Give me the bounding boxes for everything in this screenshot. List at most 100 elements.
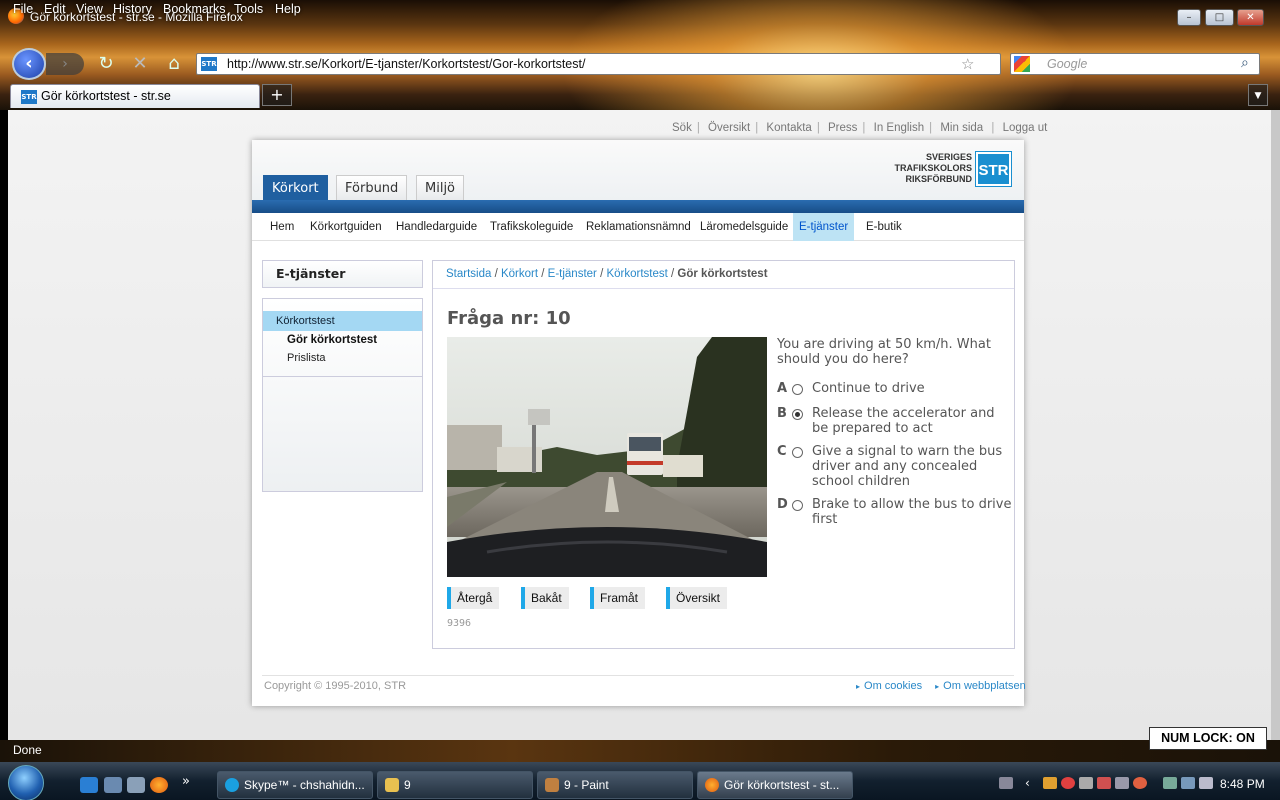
tray-flash-icon[interactable] — [1133, 777, 1147, 789]
reload-icon[interactable]: ↻ — [96, 54, 116, 74]
home-icon[interactable]: ⌂ — [164, 54, 184, 74]
option-text[interactable]: Release the accelerator and be prepared … — [812, 406, 1012, 436]
back-button[interactable]: ‹ — [12, 48, 46, 80]
sidebar-item-prislista[interactable]: Prislista — [287, 352, 326, 364]
folder-icon — [385, 778, 399, 792]
task-paint[interactable]: 9 - Paint — [537, 771, 693, 799]
vertical-scrollbar[interactable] — [1271, 110, 1280, 740]
tab-forbund[interactable]: Förbund — [336, 175, 408, 200]
minimize-button[interactable]: – — [1177, 9, 1201, 26]
address-bar[interactable]: STR http://www.str.se/Korkort/E-tjanster… — [196, 53, 1001, 75]
subnav-e-tjanster[interactable]: E-tjänster — [793, 213, 855, 241]
forward-button[interactable]: › — [46, 53, 84, 75]
subnav-e-butik[interactable]: E-butik — [860, 213, 908, 241]
breadcrumb-korkort[interactable]: Körkort — [501, 268, 538, 280]
breadcrumb: Startsida / Körkort / E-tjänster / Körko… — [433, 261, 1014, 289]
tab-korkort[interactable]: Körkort — [263, 175, 328, 200]
tab-list-button[interactable]: ▼ — [1248, 84, 1268, 106]
question-text: You are driving at 50 km/h. What should … — [777, 337, 991, 367]
util-link-kontakta[interactable]: Kontakta — [766, 122, 811, 134]
stop-icon[interactable]: ✕ — [130, 54, 150, 74]
status-text: Done — [13, 743, 42, 757]
subnav-trafikskoleguide[interactable]: Trafikskoleguide — [484, 213, 579, 241]
firefox-quicklaunch-icon[interactable] — [150, 777, 168, 793]
util-link-oversikt[interactable]: Översikt — [708, 122, 750, 134]
task-skype[interactable]: Skype™ - chshahidn... — [217, 771, 373, 799]
battery-icon[interactable] — [1163, 777, 1177, 789]
option-c-radio[interactable] — [792, 447, 803, 458]
quicklaunch-overflow[interactable]: » — [182, 774, 190, 789]
browser-tab[interactable]: STR Gör körkortstest - str.se — [10, 84, 260, 108]
status-bar: Done — [0, 740, 1280, 762]
firefox-icon — [705, 778, 719, 792]
subnav-reklamationsnamnd[interactable]: Reklamationsnämnd — [580, 213, 697, 241]
subnav-hem[interactable]: Hem — [264, 213, 300, 241]
subnav-handledarguide[interactable]: Handledarguide — [390, 213, 483, 241]
breadcrumb-korkortstest[interactable]: Körkortstest — [606, 268, 667, 280]
url-text[interactable]: http://www.str.se/Korkort/E-tjanster/Kor… — [227, 57, 585, 71]
question-panel: Startsida / Körkort / E-tjänster / Körko… — [432, 260, 1015, 649]
ie-icon[interactable] — [80, 777, 98, 793]
breadcrumb-e-tjanster[interactable]: E-tjänster — [548, 268, 597, 280]
maximize-button[interactable]: □ — [1205, 9, 1234, 26]
search-placeholder[interactable]: Google — [1047, 57, 1087, 71]
option-d-radio[interactable] — [792, 500, 803, 511]
search-box[interactable]: Google ⌕ — [1010, 53, 1260, 75]
atergå-button[interactable]: Återgå — [447, 587, 500, 609]
show-desktop-icon[interactable] — [104, 777, 122, 793]
start-button[interactable] — [8, 765, 44, 800]
option-text[interactable]: Give a signal to warn the bus driver and… — [812, 444, 1012, 489]
tab-miljo[interactable]: Miljö — [416, 175, 465, 200]
close-button[interactable]: ✕ — [1237, 9, 1264, 26]
option-letter: A — [777, 381, 788, 396]
footer-link-webbplatsen[interactable]: Om webbplatsen — [943, 680, 1026, 692]
network-icon[interactable] — [1181, 777, 1195, 789]
sidebar-item-korkortstest[interactable]: Körkortstest — [263, 311, 422, 331]
tray-device-icon[interactable] — [1115, 777, 1129, 789]
bakat-button[interactable]: Bakåt — [521, 587, 569, 609]
chevron-left-icon[interactable]: ‹ — [1025, 777, 1039, 789]
keyboard-icon[interactable] — [999, 777, 1013, 789]
search-icon[interactable]: ⌕ — [1241, 55, 1249, 71]
numlock-indicator: NUM LOCK: ON — [1149, 727, 1267, 750]
tray-tool-icon[interactable] — [1079, 777, 1093, 789]
task-firefox[interactable]: Gör körkortstest - st... — [697, 771, 853, 799]
menu-tools[interactable]: Tools — [234, 2, 263, 16]
menu-help[interactable]: Help — [275, 2, 301, 16]
clock[interactable]: 8:48 PM — [1220, 777, 1265, 791]
switch-windows-icon[interactable] — [127, 777, 145, 793]
util-link-sok[interactable]: Sök — [672, 122, 692, 134]
new-tab-button[interactable]: + — [262, 84, 292, 106]
google-engine-icon[interactable] — [1014, 56, 1030, 72]
util-link-min-sida[interactable]: Min sida — [940, 122, 983, 134]
site-favicon: STR — [201, 57, 217, 71]
bookmark-star-icon[interactable]: ☆ — [961, 55, 974, 73]
menu-bookmarks[interactable]: Bookmarks — [163, 2, 226, 16]
oversikt-button[interactable]: Översikt — [666, 587, 728, 609]
tab-favicon: STR — [21, 90, 37, 104]
tray-alert-icon[interactable] — [1097, 777, 1111, 789]
volume-icon[interactable] — [1199, 777, 1213, 789]
util-link-logga-ut[interactable]: Logga ut — [1003, 122, 1048, 134]
option-a-radio[interactable] — [792, 384, 803, 395]
option-text[interactable]: Brake to allow the bus to drive first — [812, 497, 1012, 527]
util-link-press[interactable]: Press — [828, 122, 857, 134]
breadcrumb-startsida[interactable]: Startsida — [446, 268, 491, 280]
menu-edit[interactable]: Edit — [44, 2, 66, 16]
footer-divider — [262, 675, 1014, 676]
footer-link-cookies[interactable]: Om cookies — [864, 680, 922, 692]
menu-file[interactable]: File — [13, 2, 33, 16]
task-folder-9[interactable]: 9 — [377, 771, 533, 799]
util-link-english[interactable]: In English — [874, 122, 925, 134]
menu-history[interactable]: History — [113, 2, 152, 16]
tray-app-icon[interactable] — [1043, 777, 1057, 789]
str-logo[interactable]: SVERIGES TRAFIKSKOLORS RIKSFÖRBUND STR — [888, 151, 1012, 187]
sidebar-item-gor-korkortstest[interactable]: Gör körkortstest — [287, 334, 377, 346]
subnav-laromedelsguide[interactable]: Läromedelsguide — [694, 213, 794, 241]
framat-button[interactable]: Framåt — [590, 587, 646, 609]
subnav-korkortguiden[interactable]: Körkortguiden — [304, 213, 388, 241]
option-b-radio[interactable] — [792, 409, 803, 420]
menu-view[interactable]: View — [76, 2, 103, 16]
option-text[interactable]: Continue to drive — [812, 381, 1012, 396]
antivirus-icon[interactable] — [1061, 777, 1075, 789]
